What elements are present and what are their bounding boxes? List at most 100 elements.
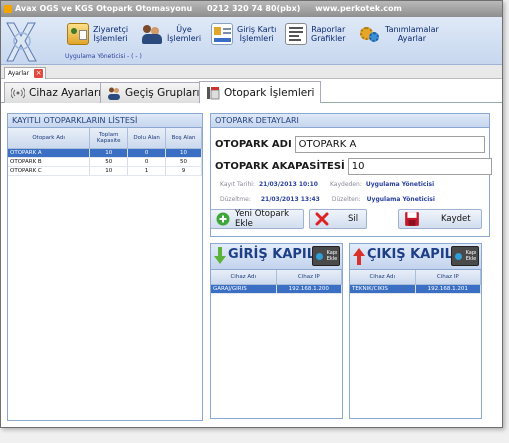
exit-doors-table: Cihaz Adı Cihaz IP TEKNIK/CIKIS 192.168.… — [350, 270, 481, 294]
visitor-operations-label: Ziyaretçi İşlemleri — [93, 25, 129, 43]
arrow-down-icon — [214, 247, 226, 264]
table-cell: OTOPARK C — [8, 166, 91, 176]
entry-card-operations-button[interactable]: Giriş Kartı İşlemleri — [211, 21, 276, 47]
parking-name-label: OTOPARK ADI — [215, 138, 292, 150]
tab-access-groups[interactable]: Geçiş Grupları — [100, 82, 207, 103]
save-button[interactable]: Kaydet — [398, 209, 482, 229]
visitor-icon — [67, 23, 89, 45]
delete-label: Sil — [348, 214, 359, 224]
phone-number: 0212 320 74 80(pbx) — [206, 4, 301, 13]
parking-name-row: OTOPARK ADI — [215, 135, 485, 153]
exit-doors-title: ÇIKIŞ KAPILA — [367, 247, 464, 262]
card-icon — [211, 23, 233, 45]
entry-doors-table: Cihaz Adı Cihaz IP GARAJ/GIRIS 192.168.1… — [211, 270, 342, 294]
table-cell: 0 — [127, 157, 167, 167]
parking-capacity-row: OTOPARK AKAPASİTESİ — [215, 157, 492, 175]
settings-icon — [359, 23, 381, 45]
tab-settings-document[interactable]: Ayarlar × — [4, 67, 47, 79]
report-icon — [285, 23, 307, 45]
app-window: Avax OGS ve KGS Otopark Otomasyonu 0212 … — [0, 0, 503, 428]
website: www.perkotek.com — [315, 4, 402, 13]
table-cell: TEKNIK/CIKIS — [350, 284, 416, 294]
table-cell: 192.168.1.200 — [276, 284, 342, 294]
parking-name-field[interactable] — [294, 135, 485, 153]
add-door-icon — [455, 253, 462, 260]
add-parking-button[interactable]: Yeni Otopark Ekle — [210, 209, 304, 229]
logo-icon — [6, 22, 37, 62]
add-entry-door-label: Kapı Ekle — [326, 250, 338, 262]
table-cell: GARAJ/GIRIS — [211, 284, 277, 294]
table-cell: 1 — [127, 166, 167, 176]
table-cell: 0 — [127, 148, 167, 158]
reports-charts-button[interactable]: Raporlar Grafikler — [285, 21, 346, 47]
entry-card-operations-label: Giriş Kartı İşlemleri — [237, 25, 277, 43]
parking-operations-page: KAYITLI OTOPARKLARIN LİSTESİ Otopark Adı… — [4, 105, 500, 425]
table-row[interactable]: OTOPARK C 10 1 9 — [8, 166, 202, 176]
column-header[interactable]: Cihaz IP — [415, 270, 481, 285]
table-cell: 50 — [89, 157, 129, 167]
created-by-label: Kaydeden: — [329, 181, 362, 188]
add-entry-door-button[interactable]: Kapı Ekle — [312, 246, 340, 266]
exit-doors-header: ÇIKIŞ KAPILA Kapı Ekle — [350, 244, 481, 270]
table-cell: 50 — [165, 157, 202, 167]
wireless-icon — [11, 87, 25, 99]
column-header[interactable]: Otopark Adı — [8, 128, 91, 149]
member-operations-button[interactable]: Üye İşlemleri — [141, 21, 201, 47]
created-date-label: Kayıt Tarihi: — [220, 181, 255, 188]
table-cell: 10 — [89, 166, 129, 176]
entry-doors-panel: GİRİŞ KAPILA Kapı Ekle Cihaz Adı Cihaz I… — [210, 243, 343, 419]
close-icon[interactable]: × — [34, 69, 44, 78]
table-row[interactable]: TEKNIK/CIKIS 192.168.1.201 — [350, 284, 481, 294]
column-header[interactable]: Boş Alan — [165, 128, 202, 149]
main-tabs: Cihaz Ayarları Geçiş Grupları Otopark İş… — [1, 80, 502, 103]
delete-button[interactable]: Sil — [309, 209, 367, 229]
members-icon — [141, 23, 163, 45]
table-cell: 9 — [165, 166, 202, 176]
table-row[interactable]: GARAJ/GIRIS 192.168.1.200 — [211, 284, 342, 294]
tab-access-groups-label: Geçiş Grupları — [125, 87, 200, 99]
table-cell: 192.168.1.201 — [415, 284, 481, 294]
column-header[interactable]: Cihaz Adı — [350, 270, 416, 285]
created-by-value: Uygulama Yöneticisi — [365, 181, 435, 188]
column-header[interactable]: Cihaz Adı — [211, 270, 277, 285]
table-cell: OTOPARK B — [8, 157, 91, 167]
updated-by-label: Düzelten: — [331, 196, 361, 203]
parking-capacity-label: OTOPARK AKAPASİTESİ — [215, 160, 345, 172]
updated-date-label: Düzeltme: — [220, 196, 251, 203]
table-cell: 10 — [165, 148, 202, 158]
tab-parking-operations[interactable]: Otopark İşlemleri — [199, 81, 322, 103]
column-header[interactable]: Dolu Alan — [127, 128, 167, 149]
tab-settings-label: Ayarlar — [8, 70, 30, 77]
add-exit-door-button[interactable]: Kapı Ekle — [451, 246, 479, 266]
delete-icon — [315, 212, 329, 226]
visitor-operations-button[interactable]: Ziyaretçi İşlemleri — [67, 21, 128, 47]
toolbar: Ziyaretçi İşlemleri Üye İşlemleri Giriş … — [1, 17, 502, 65]
table-cell: OTOPARK A — [8, 148, 91, 158]
title-bar: Avax OGS ve KGS Otopark Otomasyonu 0212 … — [1, 1, 502, 17]
column-header[interactable]: Cihaz IP — [276, 270, 342, 285]
app-title: Avax OGS ve KGS Otopark Otomasyonu — [15, 4, 193, 13]
member-operations-label: Üye İşlemleri — [167, 25, 202, 43]
add-icon — [216, 212, 230, 226]
definitions-settings-button[interactable]: Tanımlamalar Ayarlar — [359, 21, 439, 47]
tab-device-settings-label: Cihaz Ayarları — [29, 87, 102, 99]
parking-capacity-field[interactable] — [347, 157, 492, 175]
entry-doors-header: GİRİŞ KAPILA Kapı Ekle — [211, 244, 342, 270]
table-row[interactable]: OTOPARK B 50 0 50 — [8, 157, 202, 167]
tab-parking-operations-label: Otopark İşlemleri — [224, 86, 315, 99]
definitions-settings-label: Tanımlamalar Ayarlar — [385, 25, 439, 43]
updated-by-value: Uygulama Yöneticisi — [366, 196, 435, 203]
current-user: Uygulama Yöneticisi - ( - ) — [65, 53, 142, 60]
reports-charts-label: Raporlar Grafikler — [311, 25, 346, 43]
parking-details-title: OTOPARK DETAYLARI — [211, 114, 489, 128]
save-icon — [405, 212, 419, 226]
table-row[interactable]: OTOPARK A 10 0 10 — [8, 148, 202, 158]
parking-list-table: Otopark Adı Toplam Kapasite Dolu Alan Bo… — [8, 128, 202, 176]
add-exit-door-label: Kapı Ekle — [465, 250, 477, 262]
add-door-icon — [316, 253, 323, 260]
tab-device-settings[interactable]: Cihaz Ayarları — [4, 82, 109, 103]
parking-icon — [207, 86, 220, 99]
column-header[interactable]: Toplam Kapasite — [89, 128, 129, 149]
parking-list-panel: KAYITLI OTOPARKLARIN LİSTESİ Otopark Adı… — [7, 113, 203, 421]
table-cell: 10 — [89, 148, 129, 158]
